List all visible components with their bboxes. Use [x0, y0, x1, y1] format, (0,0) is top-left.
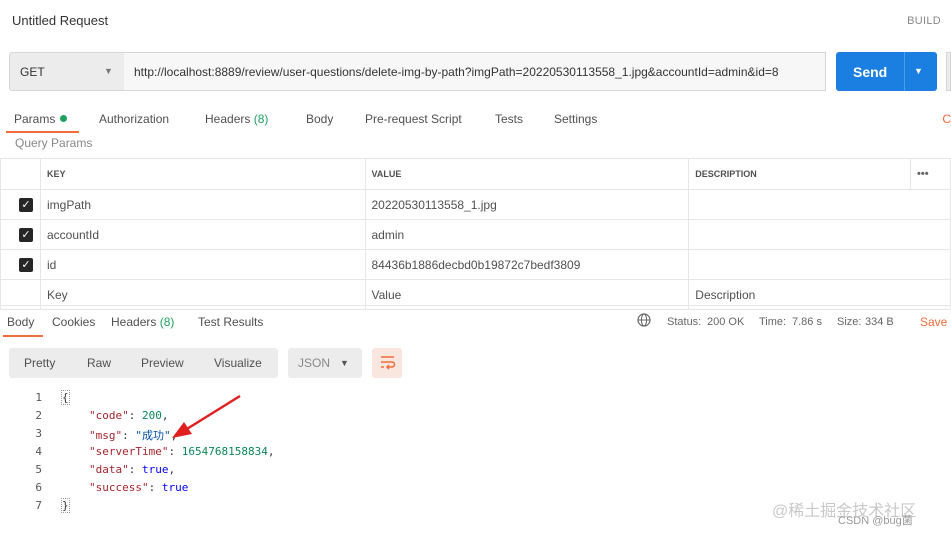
response-tab-body[interactable]: Body	[7, 315, 34, 329]
table-row: ✓ accountId admin	[0, 219, 951, 250]
status-label: Status:	[667, 316, 702, 328]
view-visualize-button[interactable]: Visualize	[214, 356, 262, 370]
view-preview-button[interactable]: Preview	[141, 356, 184, 370]
json-key: "data"	[89, 463, 129, 476]
method-value: GET	[20, 65, 45, 79]
param-key[interactable]: accountId	[39, 219, 366, 250]
param-description[interactable]	[688, 219, 951, 250]
line-number: 3	[35, 427, 42, 440]
json-value: 200	[142, 409, 162, 422]
line-number: 4	[35, 445, 42, 458]
params-header-row: KEY VALUE DESCRIPTION •••	[0, 158, 951, 190]
json-value: true	[161, 481, 189, 494]
response-tab-test-results[interactable]: Test Results	[198, 315, 263, 329]
code-line: "data": true,	[89, 463, 176, 476]
value-column-header: VALUE	[364, 158, 690, 190]
query-params-label: Query Params	[15, 136, 93, 150]
json-key: "serverTime"	[89, 445, 169, 458]
send-divider	[904, 52, 905, 91]
request-title[interactable]: Untitled Request	[12, 13, 108, 28]
send-options-chevron-icon[interactable]: ▼	[914, 66, 923, 76]
code-line: {	[61, 390, 70, 405]
close-brace: }	[61, 498, 70, 513]
line-number: 7	[35, 499, 42, 512]
globe-icon[interactable]	[637, 313, 651, 330]
response-tab-cookies[interactable]: Cookies	[52, 315, 95, 329]
annotation-arrow-icon	[172, 394, 241, 438]
checkbox-checked-icon[interactable]: ✓	[19, 228, 33, 242]
format-value: JSON	[298, 356, 331, 370]
time-value[interactable]: 7.86 s	[792, 316, 822, 328]
row-checkbox[interactable]: ✓	[0, 189, 41, 220]
checkbox-checked-icon[interactable]: ✓	[19, 198, 33, 212]
watermark-sub: CSDN @bug菌	[838, 515, 913, 527]
row-checkbox[interactable]: ✓	[0, 219, 41, 250]
params-table: KEY VALUE DESCRIPTION ••• ✓ imgPath 2022…	[0, 158, 951, 310]
response-headers-label: Headers	[111, 315, 157, 329]
param-value[interactable]: admin	[364, 219, 690, 250]
description-column-header: DESCRIPTION	[688, 158, 911, 190]
tab-headers[interactable]: Headers (8)	[205, 112, 268, 126]
response-headers-count: (8)	[159, 315, 175, 329]
tab-params-label: Params	[14, 112, 56, 126]
open-brace: {	[61, 390, 70, 405]
headers-count: (8)	[253, 112, 269, 126]
table-row: ✓ id 84436b1886decbd0b19872c7bedf3809	[0, 249, 951, 280]
build-link[interactable]: BUILD	[907, 15, 941, 27]
tab-authorization[interactable]: Authorization	[99, 112, 169, 126]
json-key: "code"	[89, 409, 129, 422]
code-line: }	[61, 498, 70, 513]
checkbox-checked-icon[interactable]: ✓	[19, 258, 33, 272]
param-value[interactable]: 84436b1886decbd0b19872c7bedf3809	[364, 249, 690, 280]
status-value[interactable]: 200 OK	[707, 316, 744, 328]
view-raw-button[interactable]: Raw	[87, 356, 111, 370]
tab-body[interactable]: Body	[306, 112, 333, 126]
chevron-down-icon: ▼	[104, 66, 113, 76]
json-value: true	[142, 463, 169, 476]
tab-headers-label: Headers	[205, 112, 251, 126]
param-key[interactable]: id	[39, 249, 366, 280]
more-options-icon[interactable]: •••	[910, 158, 951, 190]
json-key: "msg"	[89, 429, 123, 442]
chevron-down-icon: ▼	[340, 358, 349, 368]
tab-prerequest-script[interactable]: Pre-request Script	[365, 112, 462, 126]
send-label: Send	[853, 64, 888, 80]
param-value[interactable]: 20220530113558_1.jpg	[364, 189, 690, 220]
code-line: "success": true	[89, 481, 189, 494]
params-active-dot	[60, 115, 68, 122]
tab-settings[interactable]: Settings	[554, 112, 597, 126]
line-number: 1	[35, 391, 42, 404]
tab-params[interactable]: Params	[14, 112, 68, 126]
key-column-header: KEY	[39, 158, 366, 190]
size-label: Size:	[837, 316, 862, 328]
json-key: "success"	[89, 481, 149, 494]
row-checkbox[interactable]: ✓	[0, 249, 41, 280]
code-line: "code": 200,	[89, 409, 169, 422]
param-key[interactable]: imgPath	[39, 189, 366, 220]
active-tab-indicator	[6, 131, 79, 133]
url-text: http://localhost:8889/review/user-questi…	[134, 65, 779, 79]
response-tab-headers[interactable]: Headers (8)	[111, 315, 174, 329]
response-active-tab-indicator	[3, 335, 43, 337]
checkbox-column-header	[0, 158, 41, 190]
line-number: 5	[35, 463, 42, 476]
save-response-button[interactable]: Save	[920, 315, 947, 329]
url-input[interactable]: http://localhost:8889/review/user-questi…	[124, 52, 826, 91]
response-divider	[0, 305, 951, 306]
size-value[interactable]: 334 B	[865, 316, 894, 328]
line-number: 2	[35, 409, 42, 422]
time-label: Time:	[759, 316, 787, 328]
wrap-lines-icon	[380, 354, 396, 374]
view-pretty-button[interactable]: Pretty	[24, 356, 55, 370]
table-row: ✓ imgPath 20220530113558_1.jpg	[0, 189, 951, 220]
cookies-link[interactable]: C	[942, 112, 951, 126]
line-number: 6	[35, 481, 42, 494]
param-description[interactable]	[688, 249, 951, 280]
save-split-button[interactable]	[946, 52, 951, 91]
tab-tests[interactable]: Tests	[495, 112, 523, 126]
param-description[interactable]	[688, 189, 951, 220]
